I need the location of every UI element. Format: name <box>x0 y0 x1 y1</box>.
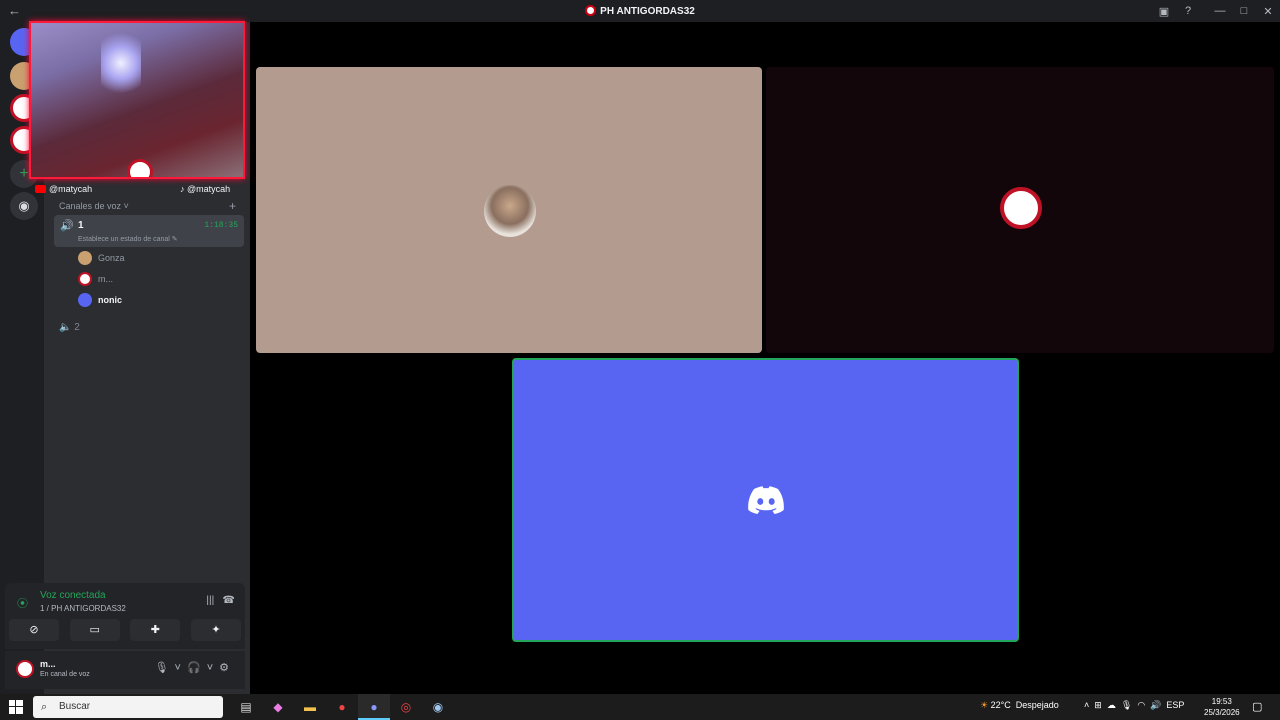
wifi-icon[interactable]: ◠ <box>1137 700 1145 710</box>
soundboard-button[interactable]: ✦ <box>190 619 241 641</box>
participant-tile[interactable] <box>766 67 1274 353</box>
language-indicator[interactable]: ESP <box>1166 700 1184 710</box>
disconnect-icon[interactable]: ☎ <box>223 595 235 606</box>
inbox-icon[interactable]: ▣ <box>1152 5 1176 18</box>
camera-off-button[interactable]: ⊘ <box>9 619 59 641</box>
chrome-icon[interactable]: ● <box>326 694 358 720</box>
chevron-down-icon[interactable]: ˅ <box>207 662 219 674</box>
clock[interactable]: 19:53 25/3/2026 <box>1204 696 1240 718</box>
headset-icon[interactable]: 🎧 <box>187 662 207 674</box>
voice-connection-panel: ⦿ Voz conectada 1 / PH ANTIGORDAS32 ||| … <box>5 583 245 649</box>
tiktok-icon: ♪ <box>180 184 185 194</box>
voice-channel-name: 1 <box>78 220 84 231</box>
participant-tile-speaking[interactable] <box>512 358 1019 642</box>
speaker-icon: 🔊 <box>60 220 74 232</box>
user-panel: m... En canal de voz 🎙˅🎧˅⚙ <box>5 651 245 689</box>
search-icon: ⌕ <box>41 701 48 713</box>
voice-timer: 1:18:35 <box>204 221 238 230</box>
participant-tile[interactable] <box>256 67 762 353</box>
microphone-icon[interactable]: 🎙 <box>1121 700 1132 710</box>
explore-icon[interactable]: ◉ <box>10 192 38 220</box>
window-title: PH ANTIGORDAS32 <box>0 5 1280 17</box>
avatar <box>78 272 92 286</box>
system-tray: ˄ ⊞ ☁ 🎙 ◠ 🔊 ESP <box>1084 700 1184 711</box>
voice-channel-1[interactable]: 🔊 1 1:18:35 Establece un estado de canal… <box>54 215 244 247</box>
voice-channel-2[interactable]: 🔈 2 <box>59 322 80 333</box>
signal-icon[interactable]: ⦿ <box>17 595 28 611</box>
noise-suppression-icon[interactable]: ||| <box>206 595 214 606</box>
tray-app-icon[interactable]: ⊞ <box>1094 700 1102 710</box>
copilot-icon[interactable]: ◆ <box>262 694 294 720</box>
notifications-icon[interactable]: ▢ <box>1252 700 1262 713</box>
steam-icon[interactable]: ◉ <box>422 694 454 720</box>
voice-member[interactable]: nonic <box>78 292 122 308</box>
user-status: En canal de voz <box>40 671 90 678</box>
server-icon <box>585 5 597 16</box>
screen-share-button[interactable]: ▭ <box>69 619 120 641</box>
participant-avatar <box>484 185 536 237</box>
weather-icon: ☀ <box>980 700 989 710</box>
taskbar-search[interactable]: ⌕ Buscar <box>33 696 223 718</box>
clock-date: 25/3/2026 <box>1204 708 1240 717</box>
voice-status-subtitle: 1 / PH ANTIGORDAS32 <box>40 604 126 613</box>
youtube-icon <box>35 185 46 193</box>
settings-gear-icon[interactable]: ⚙ <box>219 662 235 674</box>
voice-member[interactable]: Gonza <box>78 250 125 266</box>
windows-taskbar: ⌕ Buscar ▤ ◆ ▬ ● ● ◎ ◉ ☀ 22°C Despejado … <box>0 694 1280 720</box>
webcam-light <box>101 28 141 98</box>
add-channel-icon[interactable]: + <box>229 199 236 213</box>
weather-widget[interactable]: ☀ 22°C Despejado <box>980 700 1059 711</box>
avatar[interactable] <box>16 660 34 678</box>
username[interactable]: m... <box>40 659 56 669</box>
task-view-icon[interactable]: ▤ <box>230 694 262 720</box>
windows-start-icon[interactable] <box>9 700 23 714</box>
webcam-overlay <box>29 21 245 179</box>
cloud-icon[interactable]: ☁ <box>1107 700 1116 710</box>
discord-taskbar-icon[interactable]: ● <box>358 694 390 720</box>
title-bar: ← PH ANTIGORDAS32 ▣ ? — □ ✕ <box>0 0 1280 22</box>
avatar <box>78 293 92 307</box>
tiktok-handle: ♪ @matycah <box>180 184 231 194</box>
voice-status-title[interactable]: Voz conectada <box>40 590 106 601</box>
file-explorer-icon[interactable]: ▬ <box>294 694 326 720</box>
activities-button[interactable]: ✚ <box>130 619 181 641</box>
help-icon[interactable]: ? <box>1176 5 1200 17</box>
window-title-text: PH ANTIGORDAS32 <box>600 6 695 17</box>
channel-logo <box>127 159 153 177</box>
channel-status-prompt[interactable]: Establece un estado de canal ✎ <box>78 235 178 243</box>
app-icon[interactable]: ◎ <box>390 694 422 720</box>
close-icon[interactable]: ✕ <box>1256 5 1280 18</box>
youtube-handle: @matycah <box>35 184 92 194</box>
chevron-down-icon[interactable]: ˅ <box>175 662 187 674</box>
chevron-up-icon[interactable]: ˄ <box>1084 700 1089 710</box>
clock-time: 19:53 <box>1211 697 1232 706</box>
avatar <box>78 251 92 265</box>
voice-category[interactable]: Canales de voz ˅ <box>59 201 129 211</box>
voice-member[interactable]: m... <box>78 271 113 287</box>
volume-icon[interactable]: 🔊 <box>1150 700 1161 710</box>
maximize-icon[interactable]: □ <box>1232 5 1256 17</box>
microphone-icon[interactable]: 🎙 <box>155 662 175 674</box>
minimize-icon[interactable]: — <box>1208 5 1232 17</box>
discord-logo-icon <box>748 486 784 514</box>
participant-avatar <box>1000 187 1042 229</box>
